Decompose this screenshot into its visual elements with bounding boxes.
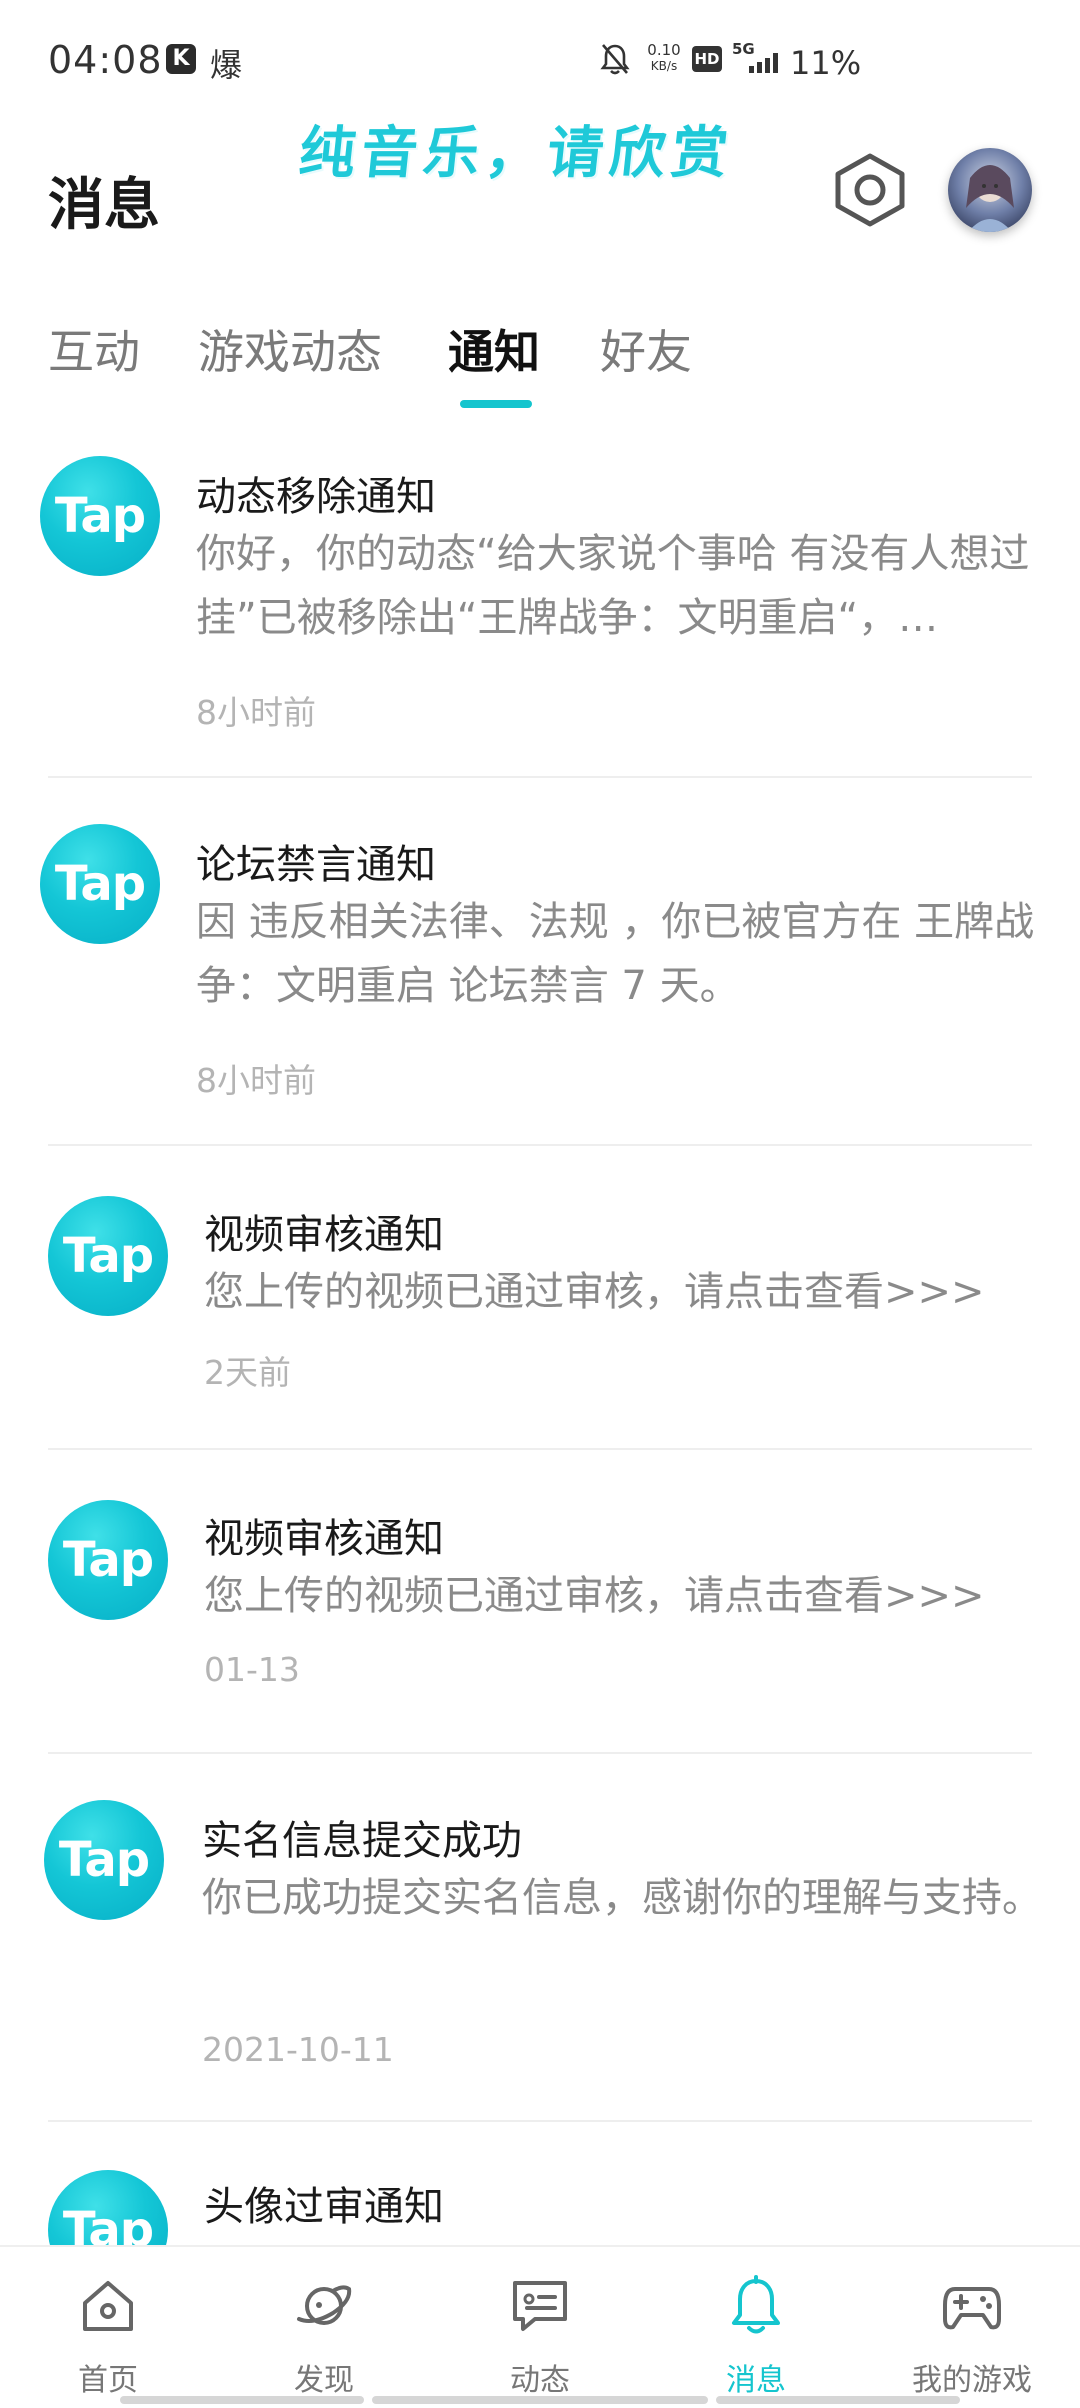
status-indicators: 0.10 KB/s HD 5G 11% (600, 40, 880, 82)
notification-body: 您上传的视频已通过审核，请点击查看>>> (204, 1573, 985, 1619)
signal-icon (749, 53, 778, 73)
gesture-bar-segment (120, 2396, 364, 2404)
nav-my-games[interactable]: 我的游戏 (864, 2247, 1080, 2408)
tab-interaction[interactable]: 互动 (48, 316, 140, 382)
notification-time: 2021-10-11 (202, 2030, 394, 2069)
list-item[interactable]: Tap 实名信息提交成功 你已成功提交实名信息，感谢你的理解与支持。 2021-… (0, 1754, 1080, 2122)
tab-bar: 互动 游戏动态 通知 好友 (0, 300, 1080, 420)
list-item[interactable]: Tap 论坛禁言通知 因 违反相关法律、法规 ，你已被官方在 王牌战争：文明重启… (0, 778, 1080, 1146)
screen: 04:08 K 爆 0.10 KB/s HD 5G 11% 纯音乐，请欣赏 消息… (0, 0, 1080, 2408)
chat-icon (513, 2281, 567, 2331)
list-item[interactable]: Tap 视频审核通知 您上传的视频已通过审核，请点击查看>>> 01-13 (0, 1450, 1080, 1754)
notification-app-icon: 爆 (210, 46, 243, 84)
list-item[interactable]: Tap 视频审核通知 您上传的视频已通过审核，请点击查看>>> 2天前 (0, 1146, 1080, 1450)
hd-badge: HD (692, 46, 722, 72)
notification-time: 8小时前 (196, 693, 316, 732)
notification-time: 2天前 (204, 1353, 291, 1392)
nav-home-label: 首页 (78, 2363, 138, 2398)
tap-logo-icon: Tap (48, 1500, 168, 1620)
network-speed: 0.10 KB/s (642, 42, 686, 74)
notification-time: 01-13 (204, 1650, 300, 1689)
tap-logo-icon: Tap (40, 456, 160, 576)
battery-level: 11% (790, 44, 862, 82)
bottom-nav: 首页 发现 动态 消息 我的游戏 (0, 2245, 1080, 2408)
avatar-image (948, 148, 1032, 232)
nav-messages[interactable]: 消息 (648, 2247, 864, 2408)
notification-title: 头像过审通知 (204, 2184, 444, 2230)
notification-body: 您上传的视频已通过审核，请点击查看>>> (204, 1269, 985, 1315)
nav-my-games-label: 我的游戏 (912, 2363, 1032, 2398)
list-item[interactable]: Tap 动态移除通知 你好，你的动态“给大家说个事哈 有没有人想过挂”已被移除出… (0, 430, 1080, 776)
notification-body: 因 违反相关法律、法规 ，你已被官方在 王牌战争：文明重启 论坛禁言 7 天。 (196, 899, 1035, 1009)
network-speed-unit: KB/s (650, 59, 678, 73)
tap-logo-icon: Tap (44, 1800, 164, 1920)
nav-feed[interactable]: 动态 (432, 2247, 648, 2408)
gamepad-icon (943, 2287, 1001, 2330)
gesture-bar-segment (372, 2396, 708, 2404)
bell-muted-icon (600, 44, 630, 75)
k-app-icon: K (166, 44, 196, 74)
notification-title: 视频审核通知 (204, 1212, 444, 1258)
notification-title: 视频审核通知 (204, 1516, 444, 1562)
planet-icon (297, 2285, 352, 2325)
tab-friends[interactable]: 好友 (600, 316, 692, 382)
nav-home[interactable]: 首页 (0, 2247, 216, 2408)
nav-messages-label: 消息 (726, 2363, 786, 2398)
nav-discover[interactable]: 发现 (216, 2247, 432, 2408)
nav-discover-label: 发现 (294, 2363, 354, 2398)
gesture-bar-segment (716, 2396, 960, 2404)
tab-notifications[interactable]: 通知 (448, 316, 540, 382)
nav-feed-label: 动态 (510, 2363, 570, 2398)
tab-game-updates[interactable]: 游戏动态 (198, 316, 382, 382)
overlay-caption: 纯音乐，请欣赏 (296, 121, 737, 186)
notification-time: 8小时前 (196, 1061, 316, 1100)
avatar[interactable] (948, 148, 1032, 232)
settings-button[interactable] (832, 150, 908, 230)
notification-title: 论坛禁言通知 (196, 842, 436, 888)
home-icon (83, 2281, 133, 2331)
notification-body: 你好，你的动态“给大家说个事哈 有没有人想过挂”已被移除出“王牌战争：文明重启“… (196, 531, 1030, 641)
active-tab-indicator (460, 400, 532, 408)
network-speed-value: 0.10 (647, 41, 681, 59)
notification-body: 你已成功提交实名信息，感谢你的理解与支持。 (202, 1875, 1042, 1921)
tap-logo-icon: Tap (48, 1196, 168, 1316)
page-title: 消息 (48, 173, 160, 238)
tap-logo-icon: Tap (40, 824, 160, 944)
status-time: 04:08 (48, 38, 163, 82)
status-bar: 04:08 K 爆 0.10 KB/s HD 5G 11% (0, 0, 1080, 120)
settings-hexagon-icon (835, 153, 905, 227)
notification-title: 动态移除通知 (196, 474, 436, 520)
bell-icon (732, 2275, 780, 2334)
notification-title: 实名信息提交成功 (202, 1818, 522, 1864)
